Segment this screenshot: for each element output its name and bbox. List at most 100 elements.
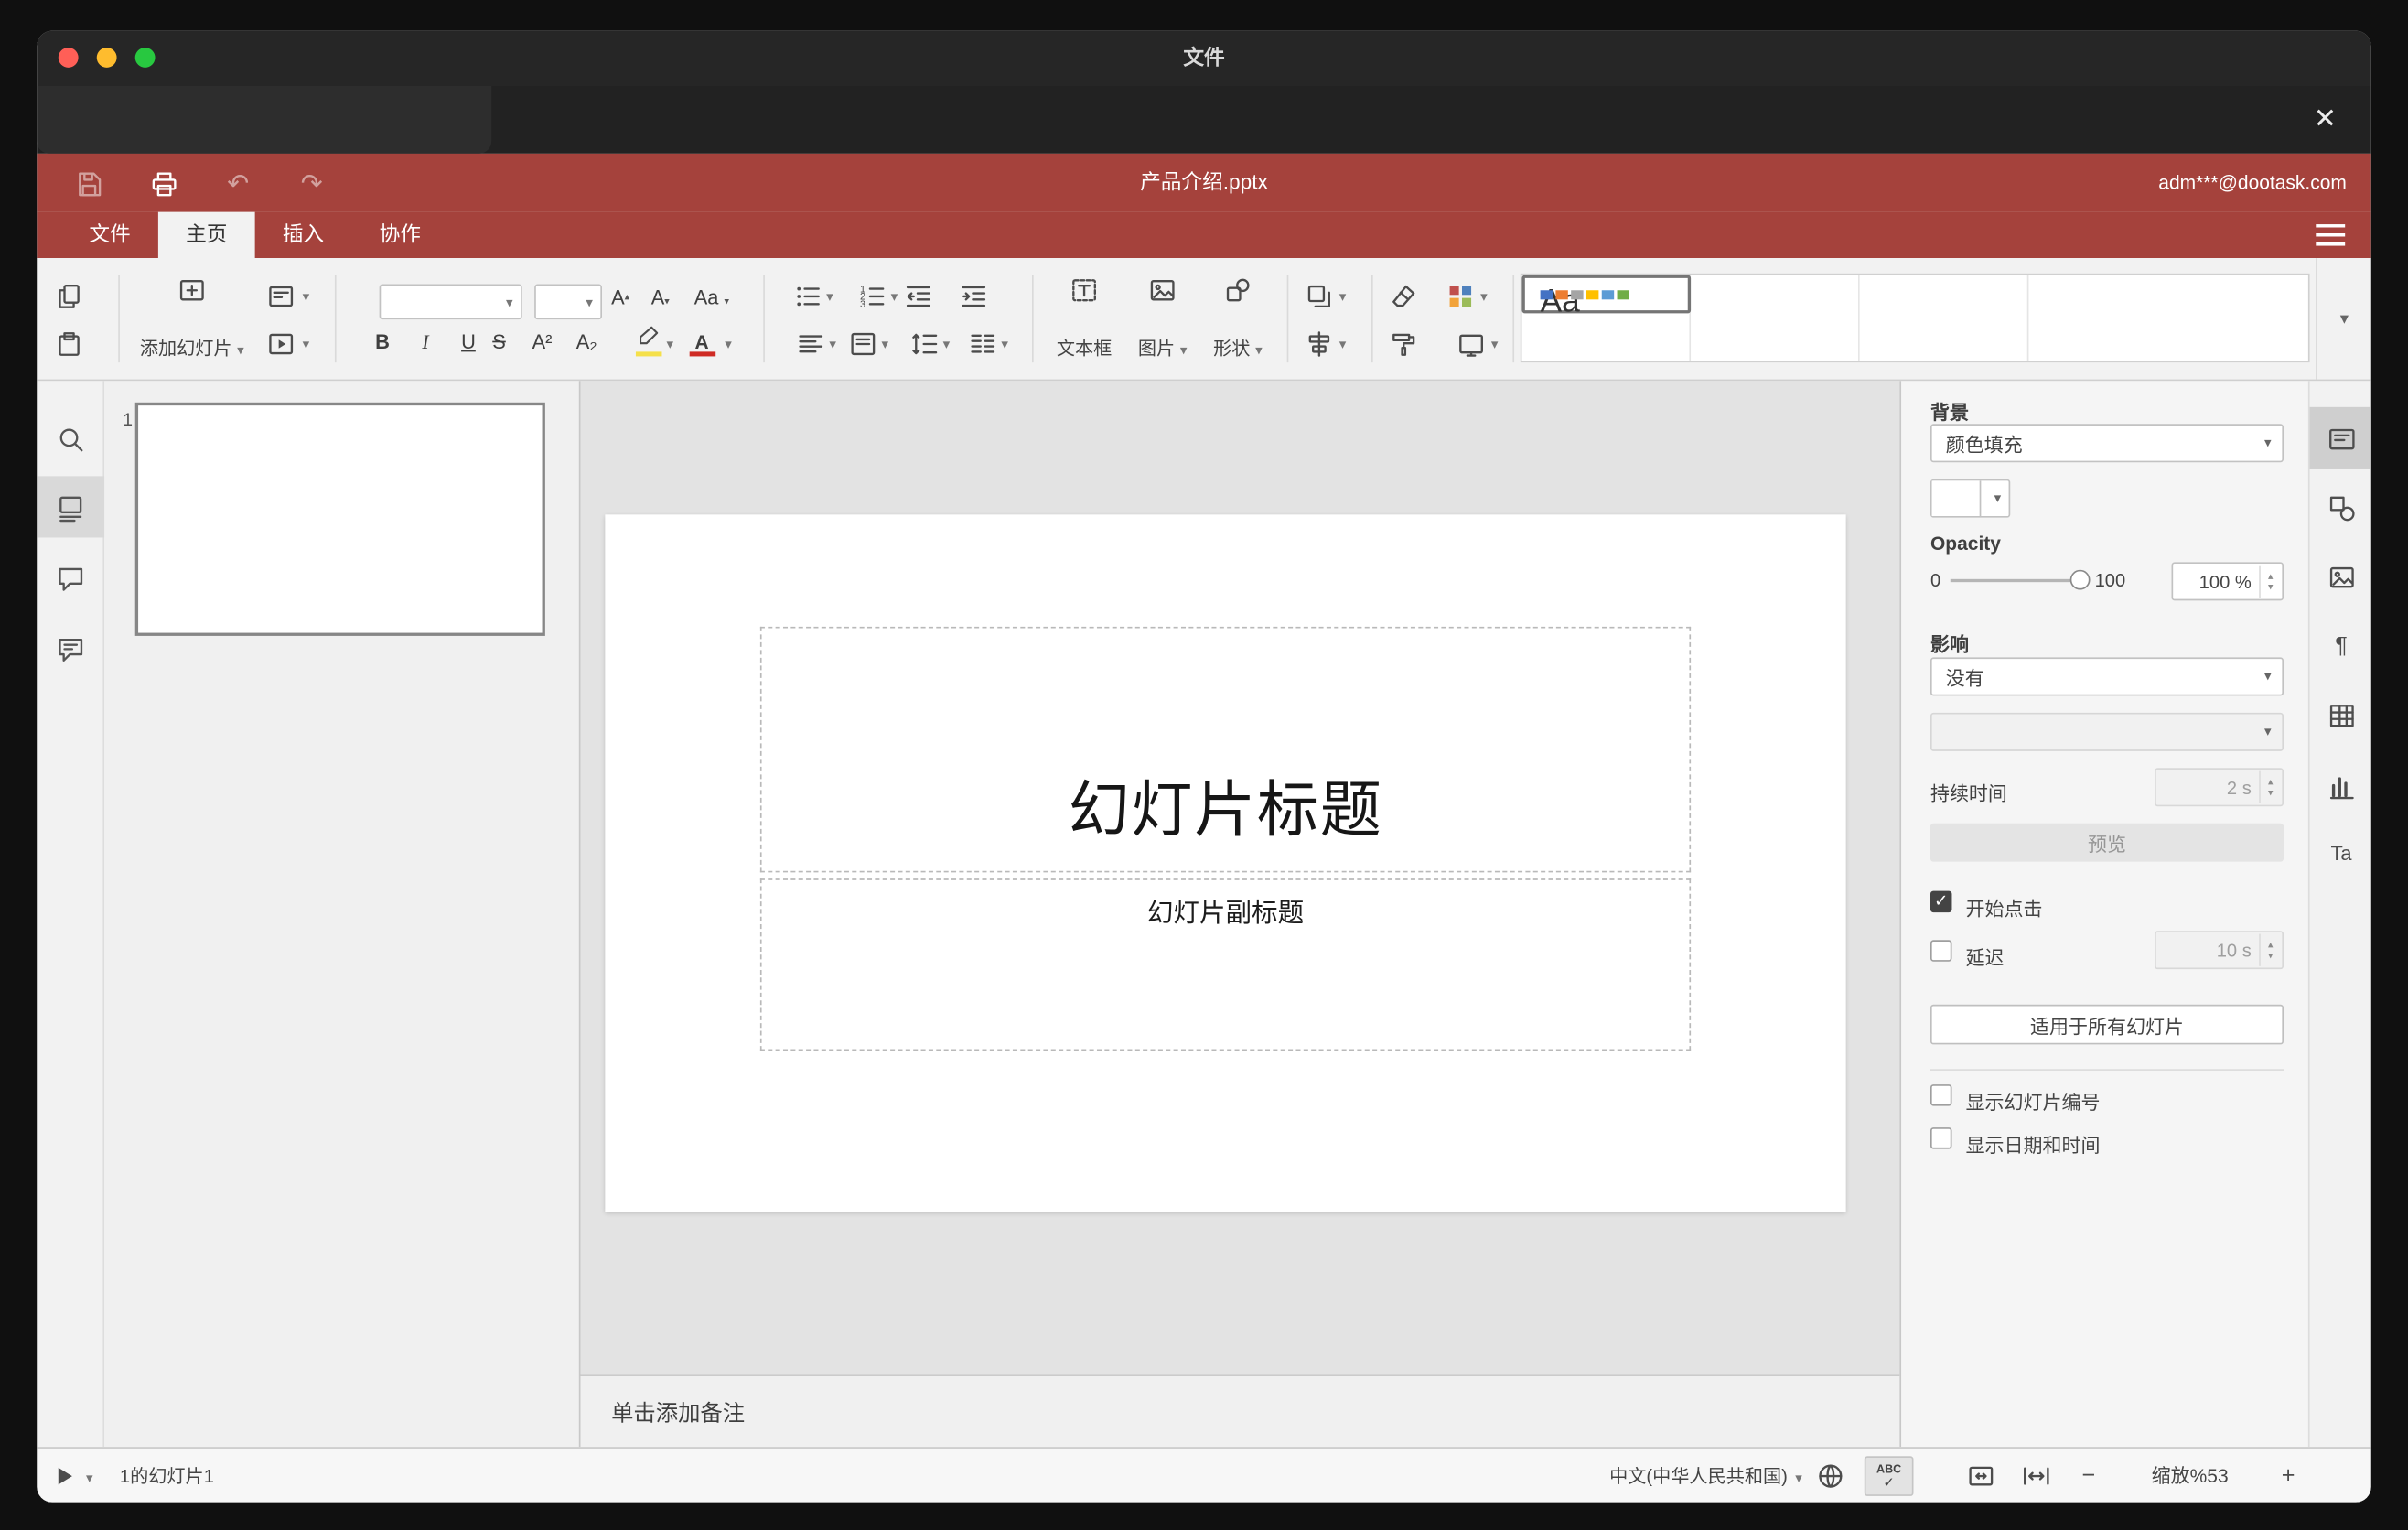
insert-textbox-button[interactable]: 文本框: [1048, 270, 1122, 367]
tab-collaboration[interactable]: 协作: [351, 212, 448, 258]
theme-option-selected[interactable]: Aa: [1521, 275, 1692, 319]
apply-to-all-slides-button[interactable]: 适用于所有幻灯片: [1930, 1004, 2284, 1045]
textart-settings-icon[interactable]: Ta: [2325, 837, 2357, 869]
globe-icon[interactable]: [1815, 1460, 1846, 1492]
opacity-slider-track[interactable]: [1950, 578, 2083, 583]
table-settings-icon[interactable]: [2325, 699, 2357, 731]
superscript-button[interactable]: A²: [525, 329, 559, 356]
tab-insert[interactable]: 插入: [255, 212, 352, 258]
chevron-down-icon[interactable]: ▾: [666, 337, 673, 351]
search-icon[interactable]: [54, 423, 88, 457]
insert-shape-button[interactable]: 形状 ▾: [1201, 270, 1275, 367]
numbered-list-icon[interactable]: 123: [855, 279, 889, 313]
notes-area[interactable]: 单击添加备注: [580, 1374, 1900, 1448]
title-placeholder[interactable]: 幻灯片标题: [759, 626, 1692, 873]
line-spacing-icon[interactable]: [908, 328, 941, 361]
duration-input[interactable]: 2 s ▴ ▾: [2155, 768, 2284, 807]
chevron-down-icon[interactable]: ▾: [943, 337, 951, 351]
chevron-down-icon[interactable]: ▾: [891, 289, 898, 304]
paste-icon[interactable]: [52, 328, 86, 361]
slide-thumbnail[interactable]: [134, 402, 545, 636]
chevron-down-icon[interactable]: ▾: [1339, 337, 1347, 351]
chevron-down-icon[interactable]: ▾: [725, 337, 732, 351]
increase-indent-icon[interactable]: [957, 279, 991, 313]
font-name-select[interactable]: ▾: [379, 284, 522, 320]
spellcheck-button[interactable]: ABC ✓: [1864, 1456, 1914, 1496]
shape-settings-icon[interactable]: [2325, 491, 2357, 523]
columns-icon[interactable]: [966, 328, 1000, 361]
font-size-select[interactable]: ▾: [534, 284, 602, 320]
start-on-click-checkbox[interactable]: ✓: [1930, 890, 1952, 913]
decrement-font-size-button[interactable]: A▾: [651, 285, 670, 317]
start-slideshow-icon[interactable]: [264, 328, 298, 361]
chevron-down-icon[interactable]: ▾: [1339, 289, 1347, 304]
theme-option[interactable]: [1691, 275, 1860, 361]
chart-settings-icon[interactable]: [2325, 770, 2357, 802]
bullet-list-icon[interactable]: [790, 279, 824, 313]
insert-image-button[interactable]: 图片 ▾: [1125, 270, 1199, 367]
slide-settings-icon[interactable]: [2325, 423, 2357, 455]
zoom-out-button[interactable]: −: [2076, 1449, 2101, 1503]
chevron-down-icon[interactable]: ▾: [829, 337, 836, 351]
underline-button[interactable]: U: [451, 329, 485, 356]
effect-variant-select[interactable]: ▾: [1930, 712, 2284, 751]
slide[interactable]: 幻灯片标题 幻灯片副标题: [605, 514, 1846, 1212]
fit-to-slide-icon[interactable]: [1966, 1460, 1997, 1492]
chevron-down-icon[interactable]: ▾: [303, 289, 310, 304]
theme-option[interactable]: [1859, 275, 2029, 361]
chevron-down-icon[interactable]: ▾: [826, 289, 833, 304]
delay-checkbox[interactable]: [1930, 940, 1952, 962]
decrease-indent-icon[interactable]: [901, 279, 935, 313]
chevron-down-icon[interactable]: ▾: [303, 337, 310, 351]
align-shape-icon[interactable]: [1302, 328, 1336, 361]
chevron-down-icon[interactable]: ▾: [86, 1471, 93, 1485]
tab-file[interactable]: 文件: [61, 212, 158, 258]
background-fill-select[interactable]: 颜色填充 ▾: [1930, 424, 2284, 463]
add-slide-button[interactable]: 添加幻灯片 ▾: [126, 270, 258, 367]
slide-layout-icon[interactable]: [264, 279, 298, 313]
tab-home[interactable]: 主页: [157, 211, 255, 258]
chevron-down-icon[interactable]: ▾: [881, 337, 888, 351]
start-slideshow-status-icon[interactable]: [49, 1460, 81, 1492]
chevron-down-icon[interactable]: ▾: [1480, 289, 1488, 304]
clear-style-icon[interactable]: [1387, 279, 1421, 313]
chat-icon[interactable]: [54, 633, 88, 667]
delay-input[interactable]: 10 s ▴ ▾: [2155, 931, 2284, 970]
opacity-slider-handle[interactable]: [2069, 569, 2091, 590]
slide-size-icon[interactable]: [1455, 328, 1489, 361]
color-scheme-icon[interactable]: [1444, 279, 1478, 313]
hamburger-menu-icon[interactable]: [2316, 224, 2346, 246]
strikethrough-button[interactable]: S: [482, 329, 516, 356]
italic-button[interactable]: I: [408, 329, 442, 356]
effect-select[interactable]: 没有 ▾: [1930, 657, 2284, 696]
subscript-button[interactable]: A₂: [570, 329, 604, 356]
comments-icon[interactable]: [54, 562, 88, 596]
paragraph-settings-icon[interactable]: ¶: [2325, 630, 2357, 662]
show-date-time-checkbox[interactable]: [1930, 1127, 1952, 1149]
zoom-in-button[interactable]: +: [2276, 1449, 2301, 1503]
arrange-shape-icon[interactable]: [1302, 279, 1336, 313]
increment-font-size-button[interactable]: A▴: [611, 285, 629, 312]
copy-icon[interactable]: [52, 279, 86, 313]
language-selector[interactable]: 中文(中华人民共和国): [1511, 1449, 1788, 1503]
document-title: 产品介绍.pptx: [1140, 170, 1268, 194]
chevron-down-icon[interactable]: ▾: [1795, 1471, 1802, 1485]
preview-button[interactable]: 预览: [1930, 823, 2284, 862]
opacity-input[interactable]: 100 % ▴ ▾: [2171, 562, 2284, 601]
bold-button[interactable]: B: [365, 329, 399, 356]
vertical-align-icon[interactable]: [846, 328, 880, 361]
chevron-down-icon[interactable]: ▾: [1001, 337, 1008, 351]
highlight-color-icon[interactable]: [634, 322, 661, 350]
close-icon[interactable]: ✕: [2304, 97, 2347, 140]
background-color-picker[interactable]: ▾: [1930, 479, 2011, 518]
show-slide-number-checkbox[interactable]: [1930, 1084, 1952, 1106]
change-case-button[interactable]: Aa ▾: [694, 285, 729, 317]
copy-style-icon[interactable]: [1387, 328, 1421, 361]
theme-gallery-expand-button[interactable]: ▾: [2316, 257, 2370, 380]
chevron-down-icon[interactable]: ▾: [1491, 337, 1499, 351]
subtitle-placeholder[interactable]: 幻灯片副标题: [759, 878, 1692, 1051]
fit-to-width-icon[interactable]: [2021, 1460, 2052, 1492]
image-settings-icon[interactable]: [2325, 561, 2357, 593]
slides-panel-icon[interactable]: [54, 491, 88, 525]
horizontal-align-icon[interactable]: [794, 328, 828, 361]
